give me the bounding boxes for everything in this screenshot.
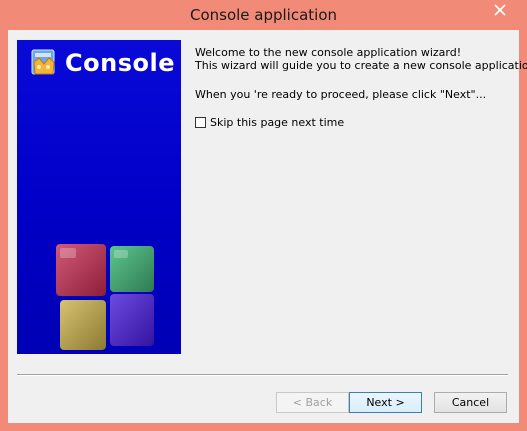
wizard-window: Console application Console Welcome to t… — [0, 0, 527, 431]
brand-text: Console — [65, 49, 175, 77]
brand: Console — [29, 48, 175, 78]
close-button[interactable] — [482, 0, 518, 20]
title-bar[interactable]: Console application — [0, 0, 527, 30]
window-title: Console application — [189, 6, 338, 24]
back-button[interactable]: < Back — [276, 392, 349, 413]
skip-page-checkbox-row[interactable]: Skip this page next time — [195, 116, 344, 129]
wizard-body: Console Welcome to the new console appli… — [8, 30, 527, 423]
close-icon — [494, 4, 506, 16]
skip-page-label: Skip this page next time — [210, 116, 345, 129]
skip-page-checkbox[interactable] — [195, 117, 206, 128]
next-button[interactable]: Next > — [349, 392, 422, 413]
footer-separator — [17, 374, 508, 376]
guide-text: This wizard will guide you to create a n… — [195, 59, 527, 72]
wizard-side-panel: Console — [17, 40, 181, 354]
codeblocks-logo-icon — [31, 49, 55, 75]
cubes-icon — [56, 244, 154, 350]
cancel-button[interactable]: Cancel — [434, 392, 507, 413]
proceed-text: When you 're ready to proceed, please cl… — [195, 88, 487, 101]
welcome-text: Welcome to the new console application w… — [195, 46, 462, 59]
